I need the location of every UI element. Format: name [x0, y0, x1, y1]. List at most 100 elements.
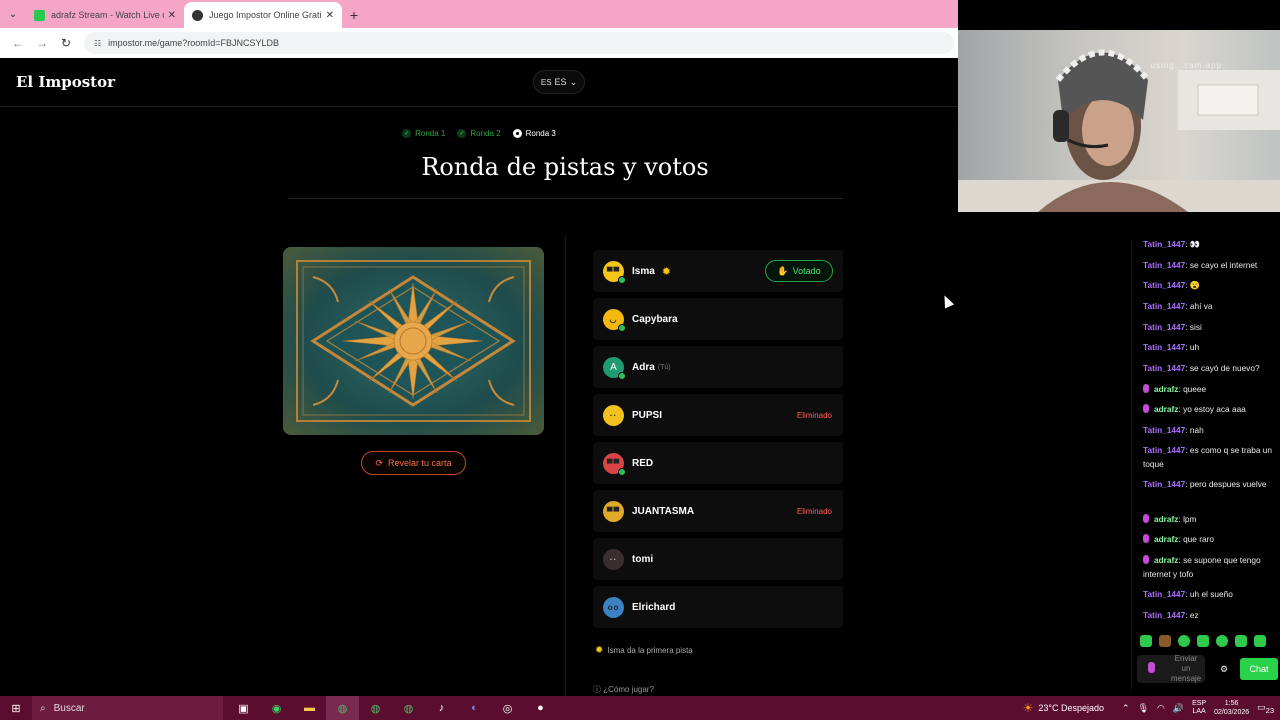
chat-username[interactable]: adrafz [1154, 514, 1178, 524]
emote-icon[interactable] [1197, 635, 1209, 647]
lang-line2: LAA [1192, 708, 1206, 715]
tab-adrafz-stream[interactable]: adrafz Stream - Watch Live on ✕ [26, 2, 184, 28]
emote-icon[interactable] [1178, 635, 1190, 647]
round-step-2: ✓ Ronda 2 [457, 129, 501, 138]
first-clue-hint: ✹ Isma da la primera pista [595, 645, 693, 656]
chat-text: pero despues vuelve [1189, 479, 1267, 489]
player-row-pupsi[interactable]: ·· PUPSI Eliminado [593, 394, 843, 436]
chat-message: Tatin_1447: nah [1143, 425, 1204, 435]
github-icon[interactable]: ● [524, 696, 557, 720]
chat-username[interactable]: adrafz [1154, 555, 1178, 565]
chat-username[interactable]: adrafz [1154, 534, 1178, 544]
chat-send-button[interactable]: Chat [1240, 658, 1278, 680]
notif-count: 23 [1265, 705, 1274, 715]
chat-username[interactable]: Tatin_1447 [1143, 322, 1185, 332]
emote-icon[interactable] [1235, 635, 1247, 647]
chat-username[interactable]: Tatin_1447 [1143, 301, 1185, 311]
forward-icon[interactable]: → [30, 36, 54, 50]
chrome-active-icon[interactable]: ◍ [326, 696, 359, 720]
game-page: El Impostor ES ES ⌄ ✓ Ronda 1 ✓ Ronda 2 … [0, 58, 958, 696]
volume-icon[interactable]: 🔊 [1173, 703, 1184, 714]
mic-tray-icon[interactable]: 🎙 [1138, 703, 1149, 714]
chat-username[interactable]: Tatin_1447 [1143, 479, 1185, 489]
round-progress: ✓ Ronda 1 ✓ Ronda 2 Ronda 3 [0, 129, 958, 138]
avatar: ◡ [603, 308, 626, 332]
chat-username[interactable]: Tatin_1447 [1143, 260, 1185, 270]
chat-text: uh el sueño [1189, 589, 1233, 599]
round-label: Ronda 2 [470, 129, 501, 138]
webcam-overlay: using...cam.app [958, 30, 1280, 212]
mic-icon [1148, 662, 1155, 673]
tiktok-icon[interactable]: ♪ [425, 696, 458, 720]
reload-icon[interactable]: ↻ [54, 36, 78, 50]
chat-username[interactable]: Tatin_1447 [1143, 445, 1185, 455]
emote-icon[interactable] [1140, 635, 1152, 647]
title-divider [288, 198, 843, 199]
chat-settings-gear-icon[interactable]: ⚙ [1220, 664, 1228, 675]
avatar-face: ◡ [609, 314, 618, 324]
player-row-red[interactable]: ▀▀ RED [593, 442, 843, 484]
chat-username[interactable]: adrafz [1154, 384, 1178, 394]
round-label: Ronda 1 [415, 129, 446, 138]
chat-username[interactable]: Tatin_1447 [1143, 280, 1185, 290]
language-selector[interactable]: ES ES ⌄ [533, 70, 585, 94]
tab-impostor-game[interactable]: Juego Impostor Online Gratis ✕ [184, 2, 342, 28]
how-to-play-link[interactable]: ⓘ ¿Cómo jugar? [593, 684, 654, 695]
chat-username[interactable]: adrafz [1154, 404, 1178, 414]
clock[interactable]: 1:56 02/03/2026 [1214, 699, 1249, 717]
reveal-label: Revelar tu carta [388, 458, 452, 468]
notifications-icon[interactable]: ▭23 [1257, 702, 1274, 715]
chat-username[interactable]: Tatin_1447 [1143, 610, 1185, 620]
new-tab-icon[interactable]: + [342, 2, 366, 28]
secret-card-back[interactable] [283, 247, 544, 435]
taskbar-search[interactable]: ⌕ Buscar [32, 696, 223, 720]
player-row-adra[interactable]: A Adra (Tú) [593, 346, 843, 388]
language-code: ES [554, 77, 567, 87]
player-name: Elrichard [632, 601, 676, 613]
whatsapp-icon[interactable]: ◉ [260, 696, 293, 720]
player-row-capybara[interactable]: ◡ Capybara [593, 298, 843, 340]
chat-username[interactable]: Tatin_1447 [1143, 342, 1185, 352]
player-row-elrichard[interactable]: oo Elrichard [593, 586, 843, 628]
chat-input[interactable]: Enviar un mensaje [1137, 654, 1205, 683]
hand-icon: ✋ [777, 265, 789, 276]
chat-username[interactable]: Tatin_1447 [1143, 239, 1185, 249]
url-field[interactable]: ☷ impostor.me/game?roomId=FBJNCSYLDB [84, 32, 954, 54]
weather-widget[interactable]: ☀ 23°C Despejado [1023, 701, 1104, 715]
windows-start-icon[interactable]: ⊞ [0, 696, 32, 720]
player-name: Adra [632, 361, 655, 373]
player-row-juantasma[interactable]: ▀▀ JUANTASMA Eliminado [593, 490, 843, 532]
discord-icon[interactable]: ◐ [458, 696, 491, 720]
emote-icon[interactable] [1254, 635, 1266, 647]
chat-username[interactable]: Tatin_1447 [1143, 363, 1185, 373]
obs-icon[interactable]: ◎ [491, 696, 524, 720]
chat-message: Tatin_1447: 👀 [1143, 239, 1201, 249]
chat-text: 👀 [1189, 239, 1201, 249]
chrome-icon[interactable]: ◍ [359, 696, 392, 720]
chat-username[interactable]: Tatin_1447 [1143, 589, 1185, 599]
input-language[interactable]: ESP LAA [1192, 700, 1206, 716]
chat-placeholder: Enviar un mensaje [1170, 654, 1202, 683]
close-tab-icon[interactable]: ✕ [326, 10, 334, 21]
tab-search-icon[interactable]: ⌄ [0, 0, 26, 28]
site-info-icon[interactable]: ☷ [94, 39, 101, 48]
player-row-tomi[interactable]: ·· tomi [593, 538, 843, 580]
check-icon: ✓ [402, 129, 412, 138]
wifi-icon[interactable]: ◠ [1157, 703, 1165, 714]
emote-icon[interactable] [1216, 635, 1228, 647]
chat-username[interactable]: Tatin_1447 [1143, 425, 1185, 435]
browser-tab-strip: ⌄ adrafz Stream - Watch Live on ✕ Juego … [0, 0, 958, 28]
close-tab-icon[interactable]: ✕ [168, 10, 176, 21]
chat-message: Tatin_1447: sisi [1143, 322, 1202, 332]
chevron-up-icon[interactable]: ⌃ [1122, 703, 1130, 714]
file-explorer-icon[interactable]: ▬ [293, 696, 326, 720]
emote-icon[interactable] [1159, 635, 1171, 647]
hint-text: Isma da la primera pista [607, 646, 693, 655]
chrome-profile-icon[interactable]: ◍ [392, 696, 425, 720]
task-view-icon[interactable]: ▣ [227, 696, 260, 720]
back-icon[interactable]: ← [6, 36, 30, 50]
reveal-card-button[interactable]: ⟳ Revelar tu carta [361, 451, 466, 475]
site-logo[interactable]: El Impostor [16, 73, 115, 91]
eliminated-label: Eliminado [796, 506, 832, 516]
player-row-isma[interactable]: ▀▀ Isma ✹ ✋ Votado [593, 250, 843, 292]
